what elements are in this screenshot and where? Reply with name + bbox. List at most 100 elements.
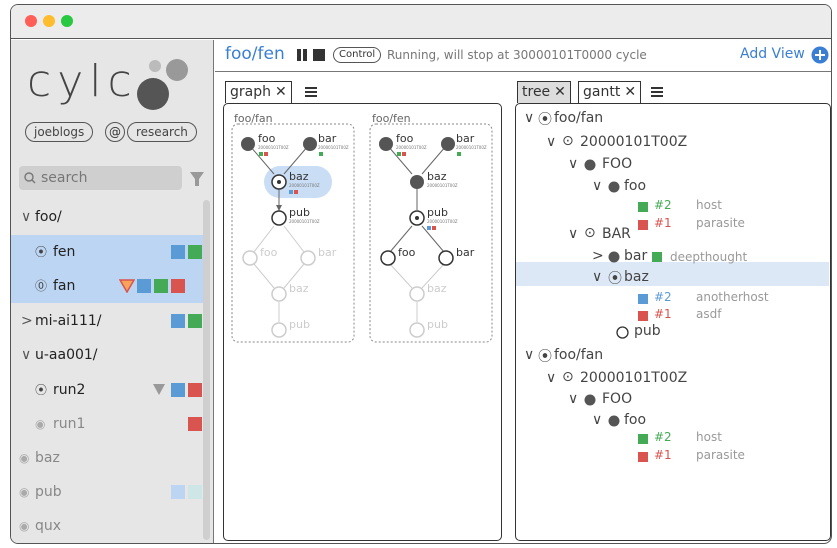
filter-icon[interactable] [189, 171, 205, 187]
job-status-square-icon [638, 294, 648, 304]
graph-node-label: pub [427, 318, 448, 331]
sidebar-item-mi-ai111[interactable]: > mi-ai111/ [11, 304, 203, 338]
status-square-icon [171, 279, 185, 293]
sidebar-item-u-aa001[interactable]: ∨ u-aa001/ [11, 338, 203, 372]
zoom-dot-icon[interactable] [61, 15, 73, 27]
job-status-square-icon [638, 311, 648, 321]
chevron-down-icon[interactable]: ∨ [524, 347, 534, 363]
chevron-down-icon: ∨ [21, 209, 32, 225]
task-icon [608, 251, 620, 263]
tree-panel: ∨ ⦿ foo/fan ∨ ⊙ 20000101T00Z ∨ FOO ∨ foo… [515, 103, 831, 541]
close-dot-icon[interactable] [25, 15, 37, 27]
graph-cycle-label: 20000101T00Z [289, 183, 320, 188]
chevron-down-icon[interactable]: ∨ [568, 156, 578, 172]
close-icon[interactable]: ✕ [624, 84, 636, 100]
running-icon: ⦿ [35, 245, 48, 259]
tab-tree[interactable]: tree ✕ [517, 81, 571, 103]
task-icon [608, 415, 620, 427]
host-pill[interactable]: research [127, 122, 197, 142]
graph-node-label: baz [427, 170, 447, 183]
stopped-icon: ◉ [19, 451, 30, 465]
sidebar-item-run1[interactable]: ◉ run1 [11, 407, 203, 441]
status-square-icon [171, 383, 185, 397]
warning-triangle-icon [119, 279, 135, 293]
chevron-down-icon[interactable]: ∨ [568, 391, 578, 407]
add-view-button[interactable]: Add View [740, 46, 805, 62]
sidebar-item-baz[interactable]: ◉ baz [11, 441, 203, 475]
workflow-toolbar: foo/fen Control Running, will stop at 30… [215, 40, 831, 72]
chevron-down-icon[interactable]: ∨ [546, 370, 556, 386]
chevron-down-icon[interactable]: ∨ [546, 134, 556, 150]
tab-gantt[interactable]: gantt ✕ [578, 81, 642, 103]
graph-cycle-label: 20000101T00Z [289, 219, 320, 224]
family-icon [584, 159, 596, 171]
tree-selected-row[interactable] [516, 262, 829, 286]
sidebar-item-run2[interactable]: ⦿ run2 [11, 373, 203, 407]
search-input[interactable]: search [19, 166, 182, 190]
graph-cycle-label: 20000101T00Z [396, 145, 427, 150]
app-window: cylc joeblogs @ research search ∨ foo/ ⦿… [10, 4, 832, 544]
status-square-icon [188, 245, 202, 259]
graph-node-label: foo [258, 132, 276, 145]
graph-node-label: baz [427, 282, 447, 295]
graph-node-label: bar [318, 246, 337, 259]
sidebar-item-foo[interactable]: ∨ foo/ [11, 200, 203, 234]
cylc-logo: cylc [27, 56, 138, 107]
chevron-right-icon[interactable]: > [592, 248, 604, 264]
graph-cycle-label: 20000101T00Z [258, 145, 289, 150]
graph-node-label: pub [289, 206, 310, 219]
sidebar-item-fen[interactable]: ⦿ fen [11, 235, 203, 269]
search-icon [24, 172, 36, 184]
sidebar-scrollbar[interactable] [203, 200, 210, 540]
running-icon: ⦿ [538, 349, 552, 365]
chevron-down-icon[interactable]: ∨ [592, 269, 602, 285]
sidebar: cylc joeblogs @ research search ∨ foo/ ⦿… [11, 40, 214, 543]
sidebar-item-qux[interactable]: ◉ qux [11, 509, 203, 543]
paused-icon: ⓪ [35, 279, 48, 293]
user-pill[interactable]: joeblogs [25, 122, 94, 142]
status-square-icon [171, 245, 185, 259]
graph-node-label: baz [289, 170, 309, 183]
status-square-icon [137, 279, 151, 293]
control-button[interactable]: Control [333, 47, 382, 63]
status-square-icon [188, 485, 202, 499]
job-status-square-icon [638, 220, 648, 230]
sidebar-item-fan[interactable]: ⓪ fan [11, 269, 203, 303]
chevron-down-icon[interactable]: ∨ [568, 226, 578, 242]
waiting-task-icon [616, 326, 629, 339]
at-symbol: @ [105, 122, 125, 142]
chevron-down-icon: ∨ [21, 347, 32, 363]
graph-cycle-label: 20000101T00Z [427, 219, 458, 224]
pause-icon[interactable] [297, 49, 301, 61]
graph-node-label: foo [398, 246, 416, 259]
graph-workflow-label: foo/fan [234, 112, 273, 125]
chevron-down-icon[interactable]: ∨ [592, 412, 602, 428]
minimize-dot-icon[interactable] [43, 15, 55, 27]
stopped-icon: ◉ [19, 519, 30, 533]
cycle-icon: ⊙ [562, 133, 574, 149]
job-status-square-icon [638, 452, 648, 462]
status-square-icon [188, 314, 202, 328]
tab-graph[interactable]: graph ✕ [225, 81, 292, 103]
running-task-icon: ⦿ [608, 271, 622, 287]
stop-icon[interactable] [313, 49, 325, 61]
job-status-square-icon [638, 202, 648, 212]
graph-panel: foo/fan foo/fen foo bar baz pub foo bar … [223, 103, 502, 541]
chevron-down-icon[interactable]: ∨ [524, 110, 534, 126]
chevron-down-icon[interactable]: ∨ [592, 178, 602, 194]
plus-circle-icon[interactable] [811, 46, 829, 64]
stopping-triangle-icon [153, 384, 165, 395]
graph-node-label: bar [318, 132, 337, 145]
close-icon[interactable]: ✕ [554, 84, 566, 100]
menu-icon[interactable] [651, 87, 663, 97]
running-icon: ⦿ [538, 112, 552, 128]
sidebar-item-pub[interactable]: ◉ pub [11, 475, 203, 509]
status-square-icon [171, 485, 185, 499]
graph-node-label: bar [456, 132, 475, 145]
graph-group-2 [369, 123, 493, 343]
job-status-square-icon [638, 434, 648, 444]
close-icon[interactable]: ✕ [275, 84, 287, 100]
family-icon [584, 394, 596, 406]
menu-icon[interactable] [305, 87, 317, 97]
cylc-logo-dots-icon [137, 59, 188, 110]
